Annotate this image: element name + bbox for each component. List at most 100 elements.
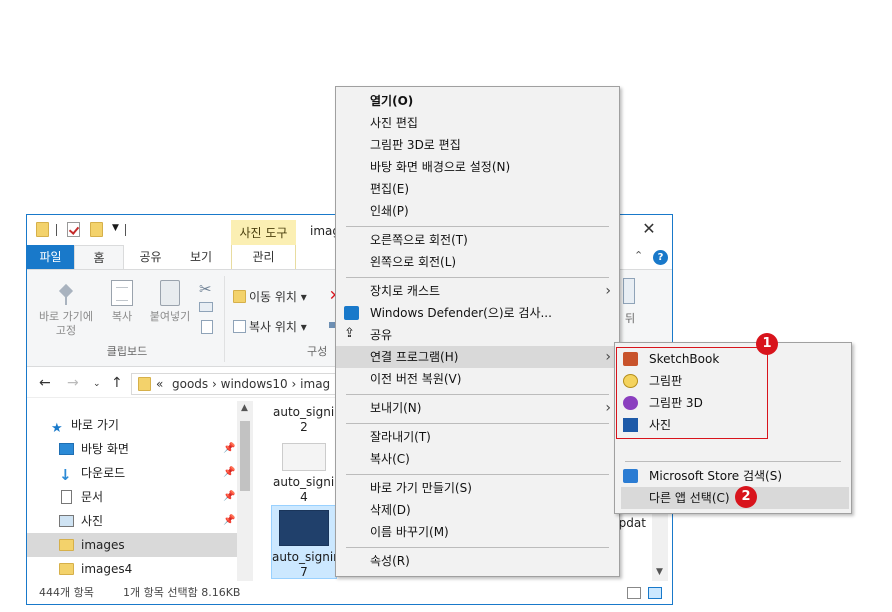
thumbnail-image [282,443,326,471]
file-name: auto_signin [273,405,342,419]
breadcrumb-separator[interactable]: › [212,377,217,391]
copy-to-button[interactable]: 복사 위치 ▾ [233,318,307,335]
annotation-badge-2: 2 [735,486,757,508]
nav-item-pictures[interactable]: 사진 📌 [27,509,237,533]
file-name-suffix: 2 [300,420,308,434]
menu-item-restore-versions[interactable]: 이전 버전 복원(V) [336,368,619,390]
large-icons-view-icon[interactable] [648,587,662,599]
overflow-chevron[interactable]: « [156,377,163,391]
address-box[interactable]: « goods › windows10 › imag [131,373,341,395]
tab-manage[interactable]: 관리 [231,245,296,269]
pin-icon[interactable]: 📌 [223,509,235,533]
menu-separator [346,226,609,227]
menu-item-delete[interactable]: 삭제(D) [336,499,619,521]
toolbar-divider [56,224,57,236]
tab-share[interactable]: 공유 [128,245,173,269]
tab-file[interactable]: 파일 [27,245,74,269]
paste-shortcut-icon[interactable] [201,320,213,334]
menu-item-set-background[interactable]: 바탕 화면 배경으로 설정(N) [336,156,619,178]
scroll-down-icon[interactable]: ▼ [656,567,663,577]
menu-item-defender-scan[interactable]: Windows Defender(으)로 검사... [336,302,619,324]
annotation-badge-1: 1 [756,333,778,355]
submenu-item-store-search[interactable]: Microsoft Store 검색(S) [615,465,851,487]
breadcrumb-windows10[interactable]: windows10 [221,377,288,391]
pin-label-line2: 고정 [55,324,77,337]
menu-item-edit-paint3d[interactable]: 그림판 3D로 편집 [336,134,619,156]
paste-label: 붙여넣기 [149,310,191,323]
menu-item-cast[interactable]: 장치로 캐스트 › [336,280,619,302]
submenu-arrow-icon: › [605,283,611,299]
menu-item-copy[interactable]: 복사(C) [336,448,619,470]
breadcrumb-separator[interactable]: › [292,377,297,391]
breadcrumb-goods[interactable]: goods [172,377,208,391]
menu-item-rename[interactable]: 이름 바꾸기(M) [336,521,619,543]
download-icon: ↓ [59,466,72,484]
file-name-suffix: 4 [300,490,308,504]
nav-item-desktop[interactable]: 바탕 화면 📌 [27,437,237,461]
menu-item-print[interactable]: 인쇄(P) [336,200,619,222]
pin-icon[interactable]: 📌 [223,437,235,461]
menu-item-properties[interactable]: 속성(R) [336,550,619,572]
menu-item-send-to[interactable]: 보내기(N) › [336,397,619,419]
menu-item-open-with[interactable]: 연결 프로그램(H) › [336,346,619,368]
menu-item-edit[interactable]: 편집(E) [336,178,619,200]
context-menu: 열기(O) 사진 편집 그림판 3D로 편집 바탕 화면 배경으로 설정(N) … [335,86,620,577]
cut-icon[interactable]: ✂ [199,280,212,298]
pin-label-line1: 바로 가기에 [38,310,94,323]
menu-item-edit-photo[interactable]: 사진 편집 [336,112,619,134]
scroll-up-icon[interactable]: ▲ [241,403,248,413]
tab-home[interactable]: 홈 [74,245,124,269]
nav-item-downloads[interactable]: ↓ 다운로드 📌 [27,461,237,485]
ribbon-right-icon[interactable] [623,278,635,304]
scroll-thumb[interactable] [240,421,250,491]
copy-button[interactable]: 복사 [105,280,139,324]
nav-item-documents[interactable]: 문서 📌 [27,485,237,509]
folder-icon[interactable] [36,222,49,237]
pin-icon [56,284,76,306]
menu-item-share[interactable]: ⇪ 공유 [336,324,619,346]
collapse-ribbon-icon[interactable]: ⌃ [634,249,643,262]
nav-item-quick-access[interactable]: ★ 바로 가기 [27,413,237,437]
file-item[interactable]: auto_signin 2 [273,405,342,435]
move-to-label: 이동 위치 ▾ [249,290,307,304]
copy-to-label: 복사 위치 ▾ [249,320,307,334]
back-arrow-icon[interactable]: ← [39,375,51,391]
copy-path-icon[interactable] [199,302,213,312]
breadcrumb-images[interactable]: imag [300,377,330,391]
help-icon[interactable]: ? [653,250,668,265]
up-arrow-icon[interactable]: ↑ [111,375,123,391]
menu-item-cut[interactable]: 잘라내기(T) [336,426,619,448]
folder-icon [138,377,151,391]
pictures-icon [59,515,74,527]
pin-to-quick-access-button[interactable]: 바로 가기에 고정 [33,284,99,338]
menu-item-rotate-left[interactable]: 왼쪽으로 회전(L) [336,251,619,273]
nav-label: images [81,538,125,552]
paste-button[interactable]: 붙여넣기 [143,280,197,324]
menu-separator [346,277,609,278]
tab-view[interactable]: 보기 [177,245,225,269]
pin-icon[interactable]: 📌 [223,485,235,509]
file-item-selected[interactable]: auto_signin 7 [271,505,341,579]
desktop-icon [59,443,74,455]
recent-locations-icon[interactable]: ⌄ [93,379,101,389]
details-view-icon[interactable] [627,587,641,599]
defender-shield-icon [344,306,359,320]
nav-scrollbar[interactable]: ▲ [237,401,253,581]
menu-item-open[interactable]: 열기(O) [336,90,619,112]
forward-arrow-icon[interactable]: → [67,375,79,391]
nav-item-images[interactable]: images [27,533,237,557]
move-to-button[interactable]: 이동 위치 ▾ [233,288,307,305]
menu-item-rotate-right[interactable]: 오른쪽으로 회전(T) [336,229,619,251]
folder-icon [59,563,74,575]
close-icon[interactable]: ✕ [639,219,659,239]
properties-check-icon[interactable] [67,222,80,237]
new-folder-icon[interactable] [90,222,103,237]
menu-item-create-shortcut[interactable]: 바로 가기 만들기(S) [336,477,619,499]
pin-icon[interactable]: 📌 [223,461,235,485]
customize-dropdown-icon[interactable]: ▼ [112,223,119,233]
nav-label: 다운로드 [81,466,126,480]
nav-label: 문서 [81,490,104,504]
file-item[interactable]: auto_signin 4 [273,441,342,505]
copy-icon [111,280,133,306]
nav-item-images4[interactable]: images4 [27,557,237,581]
